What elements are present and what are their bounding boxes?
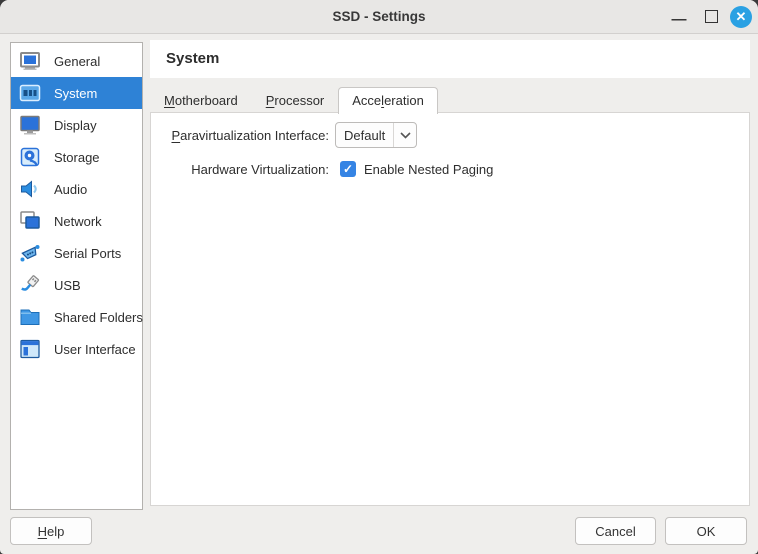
sidebar-item-display[interactable]: Display xyxy=(11,109,142,141)
check-icon: ✓ xyxy=(343,162,353,176)
sidebar-item-label: User Interface xyxy=(54,342,136,357)
sidebar: General System Display Storage Audio xyxy=(10,42,143,510)
display-icon xyxy=(17,112,43,138)
nested-paging-label[interactable]: Enable Nested Paging xyxy=(364,162,493,177)
sidebar-item-label: Serial Ports xyxy=(54,246,121,261)
selected-value: Default xyxy=(336,128,393,143)
cancel-button[interactable]: Cancel xyxy=(575,517,656,545)
serial-ports-icon xyxy=(17,240,43,266)
minimize-button[interactable]: — xyxy=(664,0,694,33)
page-header: System xyxy=(150,40,750,78)
sidebar-item-audio[interactable]: Audio xyxy=(11,173,142,205)
maximize-icon xyxy=(705,10,718,23)
sidebar-item-label: Storage xyxy=(54,150,100,165)
sidebar-item-general[interactable]: General xyxy=(11,45,142,77)
paravirtualization-label: Paravirtualization Interface: xyxy=(151,128,329,143)
minimize-icon: — xyxy=(672,11,687,28)
close-button[interactable]: ✕ xyxy=(724,0,758,33)
nested-paging-checkbox[interactable]: ✓ xyxy=(340,161,356,177)
ok-button[interactable]: OK xyxy=(665,517,747,545)
sidebar-item-label: Audio xyxy=(54,182,87,197)
sidebar-item-usb[interactable]: USB xyxy=(11,269,142,301)
system-icon xyxy=(17,80,43,106)
sidebar-item-label: System xyxy=(54,86,97,101)
settings-window: SSD - Settings — ✕ General System xyxy=(0,0,758,554)
sidebar-item-shared-folders[interactable]: Shared Folders xyxy=(11,301,142,333)
tab-acceleration[interactable]: Acceleration xyxy=(338,87,438,114)
sidebar-item-label: General xyxy=(54,54,100,69)
acceleration-panel: Paravirtualization Interface: Default Ha… xyxy=(150,112,750,506)
titlebar: SSD - Settings — ✕ xyxy=(0,0,758,34)
sidebar-item-label: Network xyxy=(54,214,102,229)
help-button[interactable]: Help xyxy=(10,517,92,545)
tab-motherboard[interactable]: Motherboard xyxy=(150,87,252,113)
page-title: System xyxy=(150,40,750,78)
sidebar-item-label: Shared Folders xyxy=(54,310,143,325)
window-title: SSD - Settings xyxy=(0,0,758,33)
sidebar-item-label: USB xyxy=(54,278,81,293)
sidebar-item-storage[interactable]: Storage xyxy=(11,141,142,173)
audio-icon xyxy=(17,176,43,202)
maximize-button[interactable] xyxy=(696,0,726,33)
sidebar-item-serial-ports[interactable]: Serial Ports xyxy=(11,237,142,269)
tabbar: Motherboard Processor Acceleration xyxy=(150,87,438,113)
tab-processor[interactable]: Processor xyxy=(252,87,339,113)
usb-icon xyxy=(17,272,43,298)
close-icon: ✕ xyxy=(730,6,752,28)
hardware-virtualization-label: Hardware Virtualization: xyxy=(151,162,329,177)
user-interface-icon xyxy=(17,336,43,362)
shared-folders-icon xyxy=(17,304,43,330)
paravirtualization-row: Paravirtualization Interface: Default xyxy=(151,122,417,148)
paravirtualization-select[interactable]: Default xyxy=(335,122,417,148)
storage-icon xyxy=(17,144,43,170)
sidebar-item-system[interactable]: System xyxy=(11,77,142,109)
sidebar-item-network[interactable]: Network xyxy=(11,205,142,237)
sidebar-item-user-interface[interactable]: User Interface xyxy=(11,333,142,365)
hardware-virtualization-row: Hardware Virtualization: ✓ Enable Nested… xyxy=(151,156,493,182)
sidebar-item-label: Display xyxy=(54,118,97,133)
network-icon xyxy=(17,208,43,234)
general-icon xyxy=(17,48,43,74)
chevron-down-icon xyxy=(394,132,416,139)
